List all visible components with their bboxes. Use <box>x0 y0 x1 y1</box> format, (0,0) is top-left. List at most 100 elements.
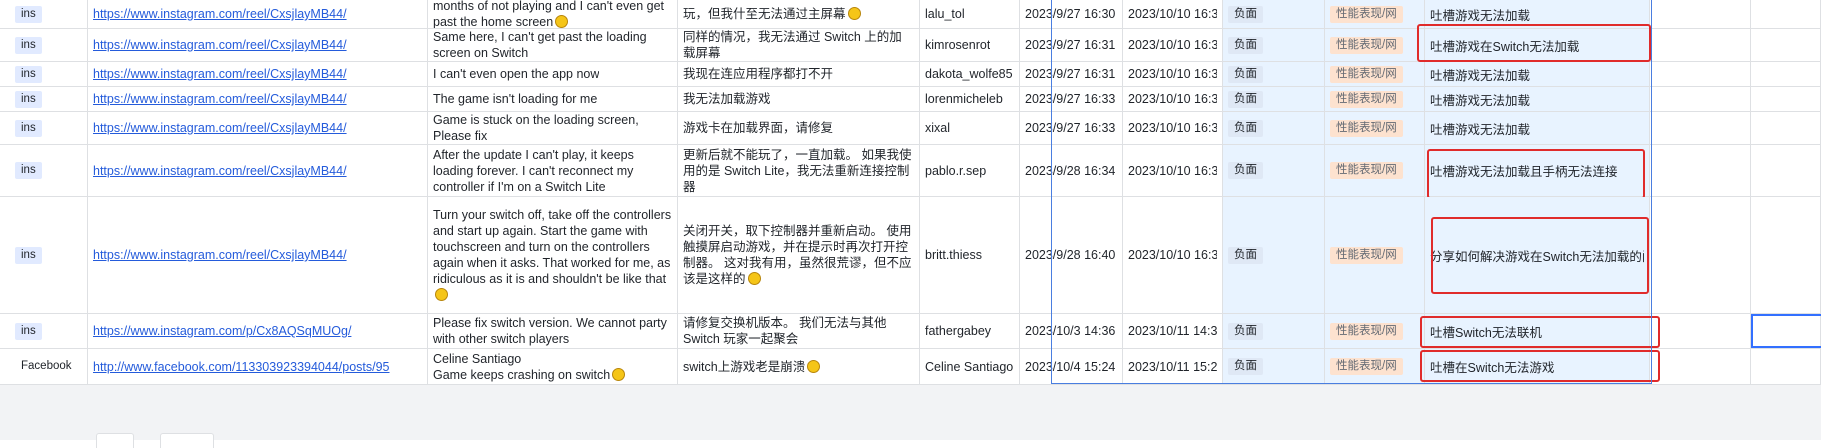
cell-user[interactable]: lorenmicheleb <box>920 87 1020 111</box>
cell-category[interactable]: 性能表现/网 <box>1325 29 1425 61</box>
cell-user[interactable]: dakota_wolfe85 <box>920 62 1020 86</box>
cell-translation[interactable]: 游戏卡在加载界面，请修复 <box>678 112 920 144</box>
cell-extra2[interactable] <box>1751 145 1821 196</box>
cell-category[interactable]: 性能表现/网 <box>1325 349 1425 384</box>
cell-extra2[interactable] <box>1751 0 1821 28</box>
cell-user[interactable]: fathergabey <box>920 314 1020 348</box>
cell-category[interactable]: 性能表现/网 <box>1325 314 1425 348</box>
cell-comment[interactable]: Same here, I can't get past the loading … <box>428 29 678 61</box>
cell-posted[interactable]: 2023/9/27 16:33 <box>1020 112 1123 144</box>
cell-posted[interactable]: 2023/9/28 16:34 <box>1020 145 1123 196</box>
cell-comment[interactable]: The game isn't loading for me <box>428 87 678 111</box>
cell-summary[interactable]: 吐槽游戏在Switch无法加载 <box>1425 29 1650 61</box>
cell-user[interactable]: xixal <box>920 112 1020 144</box>
cell-collected[interactable]: 2023/10/10 16:3 <box>1123 145 1223 196</box>
post-link[interactable]: https://www.instagram.com/reel/CxsjlayMB… <box>93 38 347 52</box>
cell-extra[interactable] <box>1650 145 1751 196</box>
cell-sentiment[interactable]: 负面 <box>1223 0 1325 28</box>
cell-link[interactable]: https://www.instagram.com/reel/CxsjlayMB… <box>88 112 428 144</box>
cell-translation[interactable]: switch上游戏老是崩溃 <box>678 349 920 384</box>
cell-translation[interactable]: 关闭开关，取下控制器并重新启动。 使用触摸屏启动游戏，并在提示时再次打开控制器。… <box>678 197 920 313</box>
cell-source[interactable]: ins <box>10 0 88 28</box>
cell-summary[interactable]: 吐槽游戏无法加载 <box>1425 112 1650 144</box>
cell-source[interactable]: Facebook <box>10 349 88 384</box>
cell-link[interactable]: https://www.instagram.com/reel/CxsjlayMB… <box>88 62 428 86</box>
cell-translation[interactable]: 请修复交换机版本。 我们无法与其他 Switch 玩家一起聚会 <box>678 314 920 348</box>
cell-source[interactable]: ins <box>10 145 88 196</box>
cell-posted[interactable]: 2023/9/27 16:31 <box>1020 62 1123 86</box>
cell-collected[interactable]: 2023/10/11 15:2 <box>1123 349 1223 384</box>
cell-posted[interactable]: 2023/9/28 16:40 <box>1020 197 1123 313</box>
cell-summary[interactable]: 吐槽Switch无法联机 <box>1425 314 1650 348</box>
cell-extra2[interactable] <box>1751 29 1821 61</box>
cell-summary[interactable]: 吐槽游戏无法加载 <box>1425 87 1650 111</box>
cell-summary[interactable]: 分享如何解决游戏在Switch无法加载的问题，顺便吐槽游戏 <box>1425 197 1650 313</box>
cell-category[interactable]: 性能表现/网 <box>1325 112 1425 144</box>
cell-posted[interactable]: 2023/9/27 16:31 <box>1020 29 1123 61</box>
post-link[interactable]: http://www.facebook.com/113303923394044/… <box>93 360 390 374</box>
cell-extra2[interactable] <box>1751 197 1821 313</box>
sheet-tab[interactable] <box>160 433 214 448</box>
post-link[interactable]: https://www.instagram.com/reel/CxsjlayMB… <box>93 92 347 106</box>
post-link[interactable]: https://www.instagram.com/reel/CxsjlayMB… <box>93 248 347 262</box>
cell-translation[interactable]: 我无法加载游戏 <box>678 87 920 111</box>
cell-sentiment[interactable]: 负面 <box>1223 87 1325 111</box>
cell-link[interactable]: http://www.facebook.com/113303923394044/… <box>88 349 428 384</box>
cell-extra2[interactable] <box>1751 62 1821 86</box>
cell-link[interactable]: https://www.instagram.com/p/Cx8AQSqMUOg/ <box>88 314 428 348</box>
cell-collected[interactable]: 2023/10/10 16:3 <box>1123 87 1223 111</box>
cell-summary[interactable]: 吐槽游戏无法加载且手柄无法连接 <box>1425 145 1650 196</box>
cell-category[interactable]: 性能表现/网 <box>1325 145 1425 196</box>
cell-extra2[interactable] <box>1751 112 1821 144</box>
cell-collected[interactable]: 2023/10/10 16:3 <box>1123 112 1223 144</box>
cell-source[interactable]: ins <box>10 87 88 111</box>
cell-extra[interactable] <box>1650 87 1751 111</box>
cell-extra[interactable] <box>1650 62 1751 86</box>
cell-translation[interactable]: 同样的情况，我无法通过 Switch 上的加载屏幕 <box>678 29 920 61</box>
cell-comment[interactable]: Game is stuck on the loading screen, Ple… <box>428 112 678 144</box>
cell-extra[interactable] <box>1650 112 1751 144</box>
cell-user[interactable]: lalu_tol <box>920 0 1020 28</box>
cell-posted[interactable]: 2023/9/27 16:30 <box>1020 0 1123 28</box>
cell-source[interactable]: ins <box>10 29 88 61</box>
cell-extra[interactable] <box>1650 349 1751 384</box>
cell-category[interactable]: 性能表现/网 <box>1325 0 1425 28</box>
cell-posted[interactable]: 2023/10/3 14:36 <box>1020 314 1123 348</box>
cell-extra[interactable] <box>1650 197 1751 313</box>
cell-extra2[interactable] <box>1751 87 1821 111</box>
cell-sentiment[interactable]: 负面 <box>1223 314 1325 348</box>
cell-sentiment[interactable]: 负面 <box>1223 62 1325 86</box>
cell-user[interactable]: britt.thiess <box>920 197 1020 313</box>
cell-link[interactable]: https://www.instagram.com/reel/CxsjlayMB… <box>88 29 428 61</box>
post-link[interactable]: https://www.instagram.com/reel/CxsjlayMB… <box>93 67 347 81</box>
cell-summary[interactable]: 吐槽游戏无法加载 <box>1425 0 1650 28</box>
cell-comment[interactable]: After the update I can't play, it keeps … <box>428 145 678 196</box>
cell-collected[interactable]: 2023/10/10 16:3 <box>1123 62 1223 86</box>
cell-user[interactable]: Celine Santiago <box>920 349 1020 384</box>
cell-extra[interactable] <box>1650 29 1751 61</box>
cell-link[interactable]: https://www.instagram.com/reel/CxsjlayMB… <box>88 197 428 313</box>
post-link[interactable]: https://www.instagram.com/p/Cx8AQSqMUOg/ <box>93 324 351 338</box>
cell-sentiment[interactable]: 负面 <box>1223 197 1325 313</box>
cell-summary[interactable]: 吐槽游戏无法加载 <box>1425 62 1650 86</box>
active-cell[interactable] <box>1751 314 1821 348</box>
cell-extra[interactable] <box>1650 314 1751 348</box>
cell-comment[interactable]: months of not playing and I can't even g… <box>428 0 678 28</box>
cell-category[interactable]: 性能表现/网 <box>1325 87 1425 111</box>
cell-extra2[interactable] <box>1751 349 1821 384</box>
cell-posted[interactable]: 2023/9/27 16:33 <box>1020 87 1123 111</box>
cell-comment[interactable]: Turn your switch off, take off the contr… <box>428 197 678 313</box>
cell-user[interactable]: pablo.r.sep <box>920 145 1020 196</box>
cell-sentiment[interactable]: 负面 <box>1223 29 1325 61</box>
cell-summary[interactable]: 吐槽在Switch无法游戏 <box>1425 349 1650 384</box>
cell-collected[interactable]: 2023/10/10 16:3 <box>1123 29 1223 61</box>
cell-category[interactable]: 性能表现/网 <box>1325 62 1425 86</box>
cell-source[interactable]: ins <box>10 112 88 144</box>
post-link[interactable]: https://www.instagram.com/reel/CxsjlayMB… <box>93 164 347 178</box>
cell-sentiment[interactable]: 负面 <box>1223 145 1325 196</box>
cell-link[interactable]: https://www.instagram.com/reel/CxsjlayMB… <box>88 0 428 28</box>
post-link[interactable]: https://www.instagram.com/reel/CxsjlayMB… <box>93 121 347 135</box>
cell-source[interactable]: ins <box>10 314 88 348</box>
cell-translation[interactable]: 玩，但我什至无法通过主屏幕 <box>678 0 920 28</box>
cell-collected[interactable]: 2023/10/10 16:3 <box>1123 197 1223 313</box>
